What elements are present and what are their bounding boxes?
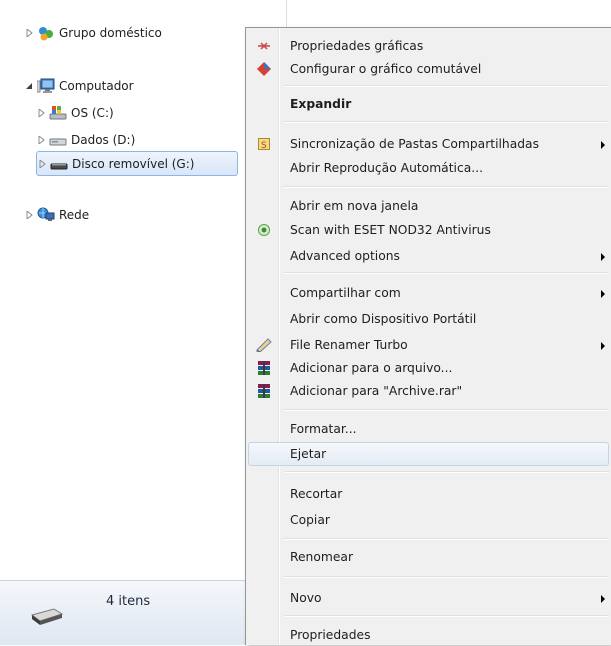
menu-label: Abrir Reprodução Automática... <box>290 161 483 175</box>
menu-separator <box>284 409 609 411</box>
menu-label: Ejetar <box>290 447 327 461</box>
homegroup-icon <box>37 25 55 41</box>
tree-item-drive-g[interactable]: Disco removível (G:) <box>36 151 238 176</box>
removable-drive-large-icon <box>30 605 64 630</box>
menu-item-open-portable-device[interactable]: Abrir como Dispositivo Portátil <box>248 308 609 330</box>
menu-label: Scan with ESET NOD32 Antivirus <box>290 223 491 237</box>
menu-label: Adicionar para "Archive.rar" <box>290 384 463 398</box>
file-renamer-icon <box>256 337 272 353</box>
menu-separator <box>284 85 609 87</box>
menu-label: Adicionar para o arquivo... <box>290 361 453 375</box>
hard-drive-icon <box>49 132 67 148</box>
menu-item-new[interactable]: Novo <box>248 587 609 609</box>
tree-item-drive-c[interactable]: OS (C:) <box>36 102 114 124</box>
menu-item-cut[interactable]: Recortar <box>248 483 609 505</box>
menu-separator <box>284 615 609 617</box>
switchable-graphics-icon <box>256 61 272 77</box>
expand-arrow-icon[interactable] <box>36 135 46 145</box>
menu-item-advanced-options[interactable]: Advanced options <box>248 245 609 267</box>
menu-item-file-renamer[interactable]: File Renamer Turbo <box>248 334 609 356</box>
menu-item-add-to-archive-rar[interactable]: Adicionar para "Archive.rar" <box>248 380 609 402</box>
menu-label: Abrir como Dispositivo Portátil <box>290 312 477 326</box>
tree-label-computer: Computador <box>59 79 134 93</box>
menu-label: Expandir <box>290 97 352 111</box>
winrar-icon <box>256 383 272 399</box>
menu-label: Propriedades <box>290 628 371 642</box>
removable-drive-icon <box>50 156 68 172</box>
submenu-arrow-icon <box>601 595 605 603</box>
menu-item-sync-shared-folders[interactable]: S Sincronização de Pastas Compartilhadas <box>248 133 609 155</box>
network-icon <box>37 207 55 223</box>
menu-item-copy[interactable]: Copiar <box>248 509 609 531</box>
menu-separator <box>284 471 609 473</box>
expand-arrow-icon[interactable] <box>24 210 34 220</box>
computer-icon <box>36 78 55 94</box>
submenu-arrow-icon <box>601 290 605 298</box>
menu-separator <box>284 121 609 123</box>
tree-item-computer[interactable]: Computador <box>24 75 134 97</box>
tree-item-network[interactable]: Rede <box>24 204 89 226</box>
system-drive-icon <box>49 105 67 121</box>
menu-item-eset-scan[interactable]: Scan with ESET NOD32 Antivirus <box>248 219 609 241</box>
menu-label: Novo <box>290 591 322 605</box>
navigation-pane: Grupo doméstico Computador OS (C:) Dados… <box>0 0 287 645</box>
menu-item-switchable-graphics[interactable]: Configurar o gráfico comutável <box>248 58 609 80</box>
tree-item-drive-d[interactable]: Dados (D:) <box>36 129 135 151</box>
menu-item-rename[interactable]: Renomear <box>248 546 609 568</box>
submenu-arrow-icon <box>601 253 605 261</box>
expand-arrow-icon[interactable] <box>37 159 47 169</box>
tree-label-homegroup: Grupo doméstico <box>59 26 162 40</box>
menu-label: Formatar... <box>290 422 357 436</box>
menu-label: Propriedades gráficas <box>290 39 424 53</box>
sync-icon: S <box>256 136 272 152</box>
expand-arrow-icon[interactable] <box>36 108 46 118</box>
menu-label: Sincronização de Pastas Compartilhadas <box>290 137 539 151</box>
menu-label: Copiar <box>290 513 330 527</box>
menu-label: Renomear <box>290 550 354 564</box>
context-menu: Propriedades gráficas Configurar o gráfi… <box>245 27 611 645</box>
tree-label-drive-c: OS (C:) <box>71 106 114 120</box>
tree-label-network: Rede <box>59 208 90 222</box>
menu-label: Configurar o gráfico comutável <box>290 62 482 76</box>
svg-text:S: S <box>261 141 267 150</box>
menu-item-open-new-window[interactable]: Abrir em nova janela <box>248 195 609 217</box>
menu-label: Advanced options <box>290 249 400 263</box>
collapse-arrow-icon[interactable] <box>24 81 34 91</box>
menu-label: Recortar <box>290 487 343 501</box>
menu-separator <box>284 272 609 274</box>
menu-separator <box>284 576 609 578</box>
menu-item-add-to-archive[interactable]: Adicionar para o arquivo... <box>248 357 609 379</box>
menu-separator <box>284 538 609 540</box>
menu-label: File Renamer Turbo <box>290 338 408 352</box>
menu-label: Abrir em nova janela <box>290 199 419 213</box>
menu-item-share-with[interactable]: Compartilhar com <box>248 282 609 304</box>
graphics-properties-icon <box>256 38 272 54</box>
tree-label-drive-d: Dados (D:) <box>71 133 136 147</box>
menu-item-format[interactable]: Formatar... <box>248 418 609 440</box>
menu-item-autoplay[interactable]: Abrir Reprodução Automática... <box>248 157 609 179</box>
winrar-icon <box>256 360 272 376</box>
submenu-arrow-icon <box>601 342 605 350</box>
eset-icon <box>256 222 272 238</box>
item-count-text: 4 itens <box>106 594 151 609</box>
menu-item-properties[interactable]: Propriedades <box>248 624 609 646</box>
tree-label-drive-g: Disco removível (G:) <box>72 156 195 171</box>
menu-item-eject[interactable]: Ejetar <box>248 442 609 466</box>
details-pane: 4 itens <box>0 580 286 645</box>
tree-item-homegroup[interactable]: Grupo doméstico <box>24 22 162 44</box>
menu-item-expand[interactable]: Expandir <box>248 93 609 115</box>
menu-label: Compartilhar com <box>290 286 401 300</box>
menu-separator <box>284 186 609 188</box>
submenu-arrow-icon <box>601 141 605 149</box>
menu-item-graphics-properties[interactable]: Propriedades gráficas <box>248 35 609 57</box>
expand-arrow-icon[interactable] <box>24 28 34 38</box>
